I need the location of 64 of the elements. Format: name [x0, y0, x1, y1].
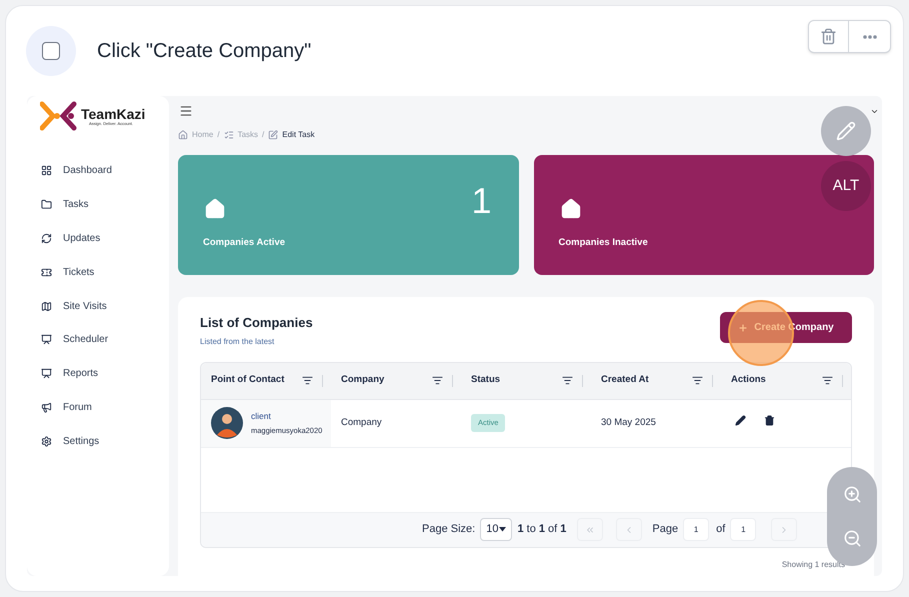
grid-icon [41, 165, 52, 176]
page-size-select[interactable]: 10 [480, 518, 512, 541]
stat-value: 1 [471, 183, 492, 219]
edit-icon[interactable] [735, 414, 746, 426]
edit-icon [268, 130, 278, 140]
checklist-icon [224, 130, 234, 140]
of-label: of [716, 522, 726, 538]
page-size-label: Page Size: [422, 522, 476, 538]
nav-item[interactable]: Scheduler [27, 322, 169, 357]
house-icon [560, 198, 582, 220]
nav-item[interactable]: Site Visits [27, 289, 169, 323]
pencil-icon [836, 121, 856, 141]
dropdown-icon [499, 527, 506, 532]
page-label: Page [652, 522, 678, 538]
column-header[interactable]: Company [331, 362, 461, 398]
nav-item[interactable]: Settings [27, 424, 169, 458]
trash-icon[interactable] [764, 414, 775, 426]
nav-item[interactable]: Reports [27, 356, 169, 391]
home-icon [178, 130, 188, 140]
contact-name[interactable]: client [251, 410, 322, 422]
ticket-icon [41, 266, 52, 278]
filter-icon[interactable] [822, 375, 833, 386]
presentation-icon [41, 368, 52, 380]
filter-icon[interactable] [562, 375, 573, 386]
megaphone-icon [41, 402, 52, 413]
filter-icon[interactable] [302, 375, 313, 386]
column-header[interactable]: Created At [591, 362, 721, 398]
column-header[interactable]: Status [461, 362, 591, 398]
step-checkbox[interactable] [26, 26, 76, 76]
logo-icon [40, 101, 78, 131]
filter-icon[interactable] [692, 375, 703, 386]
breadcrumb-separator: / [217, 129, 220, 141]
brand-name: TeamKazi [81, 106, 146, 120]
total-pages: 1 [730, 518, 756, 541]
company-cell-text: Company [340, 416, 383, 430]
map-icon [41, 300, 52, 312]
first-page-icon [585, 524, 596, 534]
trash-icon [820, 28, 837, 45]
breadcrumb-link[interactable]: Edit Task [268, 129, 315, 141]
list-title: List of Companies [200, 314, 313, 332]
column-header[interactable]: Point of Contact [201, 362, 331, 398]
page-range: 1 to 1 of 1 [517, 522, 566, 538]
stat-label: Companies Active [203, 236, 286, 250]
settings-icon [41, 436, 52, 447]
menu-icon[interactable] [179, 104, 193, 118]
nav-item[interactable]: Tickets [27, 255, 169, 290]
step-title: Click "Create Company" [97, 39, 312, 64]
folder-icon [41, 199, 52, 210]
nav-item[interactable]: Tasks [27, 188, 169, 222]
house-icon [204, 198, 226, 220]
nav-item[interactable]: Updates [27, 222, 169, 256]
more-icon [862, 34, 876, 38]
breadcrumb-separator: / [262, 129, 264, 141]
presentation-icon [41, 334, 52, 346]
list-subtitle: Listed from the latest [200, 336, 276, 348]
nav-item[interactable]: Dashboard [27, 154, 169, 188]
avatar-icon [211, 407, 243, 439]
nav-item[interactable]: Forum [27, 390, 169, 424]
filter-icon[interactable] [432, 375, 443, 386]
page-number-field[interactable]: 1 [683, 518, 710, 541]
column-header[interactable]: Actions [721, 362, 851, 398]
stat-label: Companies Inactive [558, 236, 648, 250]
date-cell-text: 30 May 2025 [600, 416, 657, 430]
refresh-icon [41, 232, 52, 244]
